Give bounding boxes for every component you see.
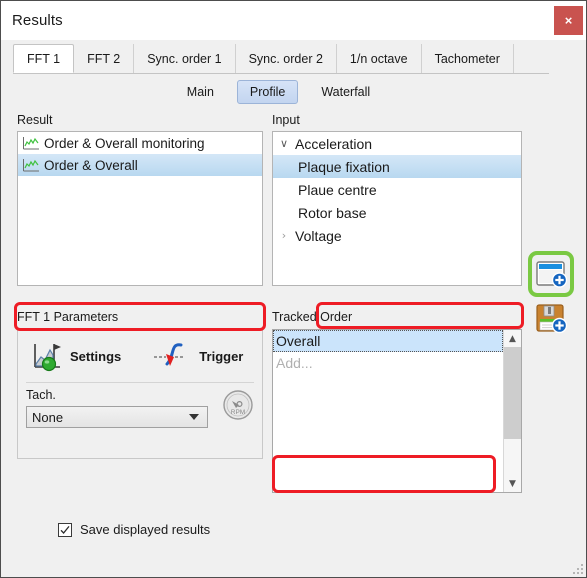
tab-tachometer[interactable]: Tachometer	[422, 44, 514, 73]
tab-label: Sync. order 1	[147, 51, 222, 66]
save-displayed-results-checkbox[interactable]	[58, 522, 72, 537]
save-displayed-results-row[interactable]: Save displayed results	[58, 522, 210, 537]
rpm-gauge-button[interactable]: RPM	[221, 388, 255, 422]
input-tree-node[interactable]: Plaue centre	[273, 178, 521, 201]
settings-chart-icon	[34, 344, 61, 372]
input-tree-node[interactable]: ∨ Acceleration	[273, 132, 521, 155]
result-list-item-label: Order & Overall monitoring	[44, 135, 205, 151]
tracked-order-listbox[interactable]: Overall Add... ▲ ▼	[272, 329, 522, 493]
tracked-order-item-label: Overall	[276, 333, 321, 349]
window-add-icon	[536, 261, 568, 288]
scroll-track[interactable]	[504, 347, 521, 475]
input-tree[interactable]: ∨ Acceleration Plaque fixation Plaue centre…	[272, 131, 522, 286]
input-tree-node-label: Acceleration	[295, 135, 373, 152]
save-displayed-results-label: Save displayed results	[80, 522, 211, 537]
tab-1-n-octave[interactable]: 1/n octave	[337, 44, 422, 73]
close-button[interactable]: ×	[554, 6, 583, 35]
tach-label: Tach.	[26, 388, 56, 402]
input-group-label: Input	[272, 113, 300, 127]
scroll-down-icon[interactable]: ▼	[504, 475, 521, 492]
tracked-order-item[interactable]: Overall	[273, 330, 503, 352]
svg-text:RPM: RPM	[231, 409, 245, 416]
tab-label: FFT 2	[87, 51, 121, 66]
chevron-down-icon[interactable]: ∨	[273, 137, 295, 150]
tab-label: Tachometer	[434, 51, 500, 66]
new-result-button[interactable]	[532, 255, 570, 293]
subtab-label: Waterfall	[321, 85, 371, 99]
settings-button[interactable]: Settings	[30, 340, 121, 372]
tab-label: Sync. order 2	[248, 51, 323, 66]
result-list[interactable]: Order & Overall monitoring Order & Overa…	[17, 131, 263, 286]
tracked-order-item-label: Add...	[276, 355, 313, 371]
input-tree-node-label: Plaque fixation	[298, 158, 390, 175]
tab-fft-1[interactable]: FFT 1	[13, 44, 75, 73]
waveform-chart-icon	[23, 136, 39, 149]
result-list-item-label: Order & Overall	[44, 157, 138, 173]
input-tree-node-label: Voltage	[295, 227, 342, 244]
input-tree-node[interactable]: › Voltage	[273, 224, 521, 247]
input-tree-node-label: Rotor base	[298, 204, 367, 221]
tab-strip-filler	[514, 44, 586, 73]
title-bar: Results ×	[1, 1, 586, 40]
subtab-waterfall[interactable]: Waterfall	[308, 80, 383, 104]
input-tree-node[interactable]: Rotor base	[273, 201, 521, 224]
rpm-gauge-icon: RPM	[223, 390, 253, 420]
tracked-order-add-item[interactable]: Add...	[273, 352, 503, 374]
tachometer-section: Tach. None RPM	[18, 383, 262, 428]
result-list-item[interactable]: Order & Overall	[18, 154, 262, 176]
subtab-profile[interactable]: Profile	[236, 80, 299, 104]
tab-fft-2[interactable]: FFT 2	[74, 44, 135, 73]
result-group-label: Result	[17, 113, 53, 127]
chevron-right-icon[interactable]: ›	[273, 229, 295, 242]
trigger-label: Trigger	[199, 348, 244, 364]
tracked-order-scrollbar[interactable]: ▲ ▼	[503, 330, 521, 492]
results-dialog: Results × FFT 1 FFT 2 Sync. order 1 Sync. o…	[0, 0, 587, 578]
input-tree-node-label: Plaue centre	[298, 181, 377, 198]
trigger-button[interactable]: Trigger	[151, 340, 243, 372]
scroll-thumb[interactable]	[504, 347, 521, 439]
dialog-content: Result Order & Overall monitoring Order …	[1, 107, 586, 577]
tab-sync-order-1[interactable]: Sync. order 1	[134, 44, 236, 73]
parameters-buttons-row: Settings Trigger	[18, 330, 262, 382]
save-result-button[interactable]	[532, 300, 570, 338]
tab-label: 1/n octave	[349, 51, 408, 66]
tab-strip-underline	[13, 73, 549, 74]
parameters-panel: Settings Trigger Tach. None RPM	[17, 329, 263, 459]
check-icon	[60, 525, 70, 534]
input-tree-node[interactable]: Plaque fixation	[273, 155, 521, 178]
tracked-order-label: Tracked Order	[272, 310, 353, 324]
tab-label: FFT 1	[27, 51, 61, 66]
waveform-chart-icon	[23, 158, 39, 171]
trigger-curve-icon	[154, 343, 186, 366]
chevron-down-icon	[189, 414, 199, 420]
window-title: Results	[12, 12, 63, 29]
settings-label: Settings	[70, 348, 122, 364]
scroll-up-icon[interactable]: ▲	[504, 330, 521, 347]
floppy-add-icon	[536, 304, 568, 334]
subtab-label: Profile	[249, 85, 286, 99]
parameters-group-label: FFT 1 Parameters	[17, 310, 119, 324]
tab-strip: FFT 1 FFT 2 Sync. order 1 Sync. order 2 1/n …	[1, 44, 586, 74]
tab-sync-order-2[interactable]: Sync. order 2	[236, 44, 337, 73]
tach-select-value: None	[32, 409, 64, 425]
result-list-item[interactable]: Order & Overall monitoring	[18, 132, 262, 154]
tach-select[interactable]: None	[26, 406, 208, 428]
subtab-label: Main	[186, 85, 214, 99]
resize-grip[interactable]	[572, 563, 583, 574]
tracked-order-list[interactable]: Overall Add...	[273, 330, 503, 492]
subtab-main[interactable]: Main	[174, 80, 227, 104]
sub-tab-bar: Main Profile Waterfall	[1, 77, 586, 107]
